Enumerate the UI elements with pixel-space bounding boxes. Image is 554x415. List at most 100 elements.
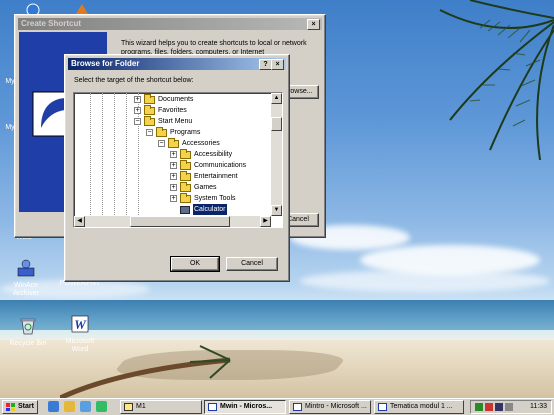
desktop-icon-label: Recycle Bin <box>9 340 47 347</box>
cancel-button[interactable]: Cancel <box>226 257 278 271</box>
collapse-icon[interactable]: − <box>134 118 141 125</box>
desktop-icon-label: WinAce Archiver <box>13 282 39 297</box>
task-button-m1[interactable]: M1 <box>120 400 202 414</box>
start-button[interactable]: Start <box>2 400 38 414</box>
browse-for-folder-dialog: Browse for Folder ? × Select the target … <box>64 54 290 282</box>
channels-icon[interactable] <box>96 401 107 412</box>
scroll-left-button[interactable]: ◀ <box>74 216 85 227</box>
folder-icon <box>180 149 191 159</box>
folder-icon <box>124 403 133 411</box>
desktop-icon-label: Microsoft Word <box>65 338 95 353</box>
tree-item-label: Accessibility <box>194 151 233 158</box>
tree-item-calculator[interactable]: Calculator <box>74 203 264 216</box>
recycle-bin-icon <box>20 318 36 335</box>
tree-item-entertainment[interactable]: + Entertainment <box>74 171 264 182</box>
browse-folder-titlebar[interactable]: Browse for Folder ? × <box>68 58 286 70</box>
tree-item-favorites[interactable]: + Favorites <box>74 105 264 116</box>
scroll-thumb[interactable] <box>271 117 282 131</box>
task-button-tematica[interactable]: Tematica modul 1 ... <box>374 400 464 414</box>
svg-text:W: W <box>74 317 87 332</box>
expand-icon[interactable]: + <box>170 151 177 158</box>
expand-icon[interactable]: + <box>134 96 141 103</box>
tree-item-label: Documents <box>158 96 194 103</box>
tree-item-label: Games <box>194 184 217 191</box>
speaker-icon[interactable] <box>495 403 503 411</box>
calculator-icon <box>180 206 190 214</box>
tree-item-label: Communications <box>194 162 247 169</box>
tree-item-communications[interactable]: + Communications <box>74 160 264 171</box>
tree-item-label: Calculator <box>192 203 228 216</box>
folder-icon <box>180 193 191 203</box>
clock[interactable]: 11:33 <box>530 401 547 413</box>
palm-fronds <box>439 0 554 160</box>
close-button[interactable]: × <box>271 59 284 70</box>
scroll-thumb[interactable] <box>130 216 230 227</box>
tray-icon[interactable] <box>505 403 513 411</box>
scroll-down-button[interactable]: ▼ <box>271 205 282 216</box>
expand-icon[interactable]: + <box>170 195 177 202</box>
desktop-icon-word[interactable]: W Microsoft Word <box>56 314 104 354</box>
task-label: Tematica modul 1 ... <box>390 403 453 410</box>
task-label: Mwin - Micros... <box>220 403 273 410</box>
folder-icon <box>168 138 179 148</box>
folder-tree[interactable]: + Documents + Favorites − Start Menu − Programs… <box>73 92 283 228</box>
create-shortcut-titlebar[interactable]: Create Shortcut × <box>18 18 322 30</box>
tree-item-label: Start Menu <box>158 118 193 125</box>
tree-item-accessibility[interactable]: + Accessibility <box>74 149 264 160</box>
expand-icon[interactable]: + <box>134 107 141 114</box>
tray-icon[interactable] <box>475 403 483 411</box>
ie-icon[interactable] <box>48 401 59 412</box>
task-button-mwin[interactable]: Mwin - Micros... <box>204 400 286 414</box>
taskbar: Start M1 Mwin - Micros... Mintro - Micro… <box>0 398 554 415</box>
tree-item-programs[interactable]: − Programs <box>74 127 264 138</box>
tree-item-label: Favorites <box>158 107 187 114</box>
expand-icon[interactable]: + <box>170 173 177 180</box>
collapse-icon[interactable]: − <box>146 129 153 136</box>
task-label: Mintro - Microsoft ... <box>305 403 367 410</box>
word-doc-icon <box>208 403 217 411</box>
desktop-icon-recycle-bin[interactable]: Recycle Bin <box>4 316 52 348</box>
close-button[interactable]: × <box>307 19 320 30</box>
expand-icon[interactable]: + <box>170 162 177 169</box>
collapse-icon[interactable]: − <box>158 140 165 147</box>
tree-item-start-menu[interactable]: − Start Menu <box>74 116 264 127</box>
desktop-icon-winace[interactable]: WinAce Archiver <box>2 258 50 298</box>
tree-item-accessories[interactable]: − Accessories <box>74 138 264 149</box>
tray-icon[interactable] <box>485 403 493 411</box>
word-doc-icon <box>378 403 387 411</box>
tree-horizontal-scrollbar[interactable]: ◀ ▶ <box>74 216 271 227</box>
folder-icon <box>180 171 191 181</box>
scroll-right-button[interactable]: ▶ <box>260 216 271 227</box>
tree-item-label: System Tools <box>194 195 236 202</box>
word-icon: W <box>71 315 89 333</box>
folder-icon <box>180 160 191 170</box>
tree-item-system-tools[interactable]: + System Tools <box>74 193 264 204</box>
task-label: M1 <box>136 403 146 410</box>
cloud <box>300 270 550 292</box>
tree-item-label: Accessories <box>182 140 220 147</box>
expand-icon[interactable]: + <box>170 184 177 191</box>
word-doc-icon <box>293 403 302 411</box>
task-button-mintro[interactable]: Mintro - Microsoft ... <box>289 400 371 414</box>
tree-item-label: Programs <box>170 129 201 136</box>
dialog-title: Browse for Folder <box>71 59 140 68</box>
folder-icon <box>144 94 155 104</box>
show-desktop-icon[interactable] <box>80 401 91 412</box>
folder-icon <box>144 105 155 115</box>
folder-icon <box>180 182 191 192</box>
start-label: Start <box>18 403 34 410</box>
outlook-icon[interactable] <box>64 401 75 412</box>
tree-item-label: Entertainment <box>194 173 238 180</box>
winace-icon <box>17 259 35 277</box>
windows-logo-icon <box>6 403 15 411</box>
tree-item-documents[interactable]: + Documents <box>74 94 264 105</box>
scroll-up-button[interactable]: ▲ <box>271 93 282 104</box>
tree-vertical-scrollbar[interactable]: ▲ ▼ <box>271 93 282 216</box>
ok-button[interactable]: OK <box>170 256 220 272</box>
dialog-prompt: Select the target of the shortcut below: <box>74 77 194 84</box>
window-title: Create Shortcut <box>21 19 82 28</box>
folder-icon <box>156 127 167 137</box>
folder-icon <box>144 116 155 126</box>
tree-item-games[interactable]: + Games <box>74 182 264 193</box>
system-tray: 11:33 <box>470 400 552 414</box>
